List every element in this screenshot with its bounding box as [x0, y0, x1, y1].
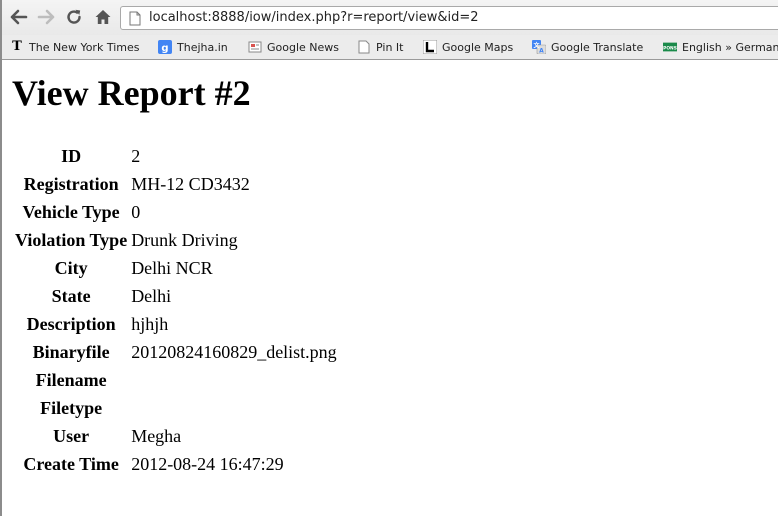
back-button[interactable]	[8, 6, 30, 28]
forward-button[interactable]	[35, 6, 57, 28]
field-label: Registration	[23, 174, 119, 194]
table-row: ID 2	[14, 143, 338, 169]
field-value	[130, 395, 338, 421]
table-row: Violation Type Drunk Driving	[14, 227, 338, 253]
field-label: Binaryfile	[32, 342, 110, 362]
page-title: View Report #2	[12, 73, 251, 113]
back-arrow-icon	[10, 9, 28, 25]
bookmark-google-news[interactable]: Google News	[248, 39, 339, 55]
svg-text:g: g	[161, 43, 168, 54]
translate-icon: 文 A	[532, 40, 546, 54]
field-label: ID	[61, 146, 82, 166]
field-value: MH-12 CD3432	[131, 174, 250, 194]
table-row: Filename	[14, 367, 338, 393]
bookmark-label: Google Maps	[442, 40, 514, 54]
table-row: Registration MH-12 CD3432	[14, 171, 338, 197]
bookmark-google-translate[interactable]: 文 A Google Translate	[532, 39, 643, 55]
table-row: Binaryfile 20120824160829_delist.png	[14, 339, 338, 365]
bookmark-label: English » German	[682, 40, 778, 54]
field-value: 2	[131, 146, 141, 166]
field-label: Create Time	[23, 454, 119, 474]
svg-text:PONS: PONS	[663, 46, 677, 52]
page-content: View Report #2 ID 2 Registration MH-12 C…	[0, 60, 778, 516]
bookmark-label: Google News	[267, 40, 340, 54]
home-icon	[95, 10, 111, 24]
address-bar[interactable]: localhost:8888/iow/index.php?r=report/vi…	[120, 6, 778, 30]
table-row: State Delhi	[14, 283, 338, 309]
field-label: User	[53, 426, 90, 446]
field-label: State	[51, 286, 91, 306]
bookmark-label: The New York Times	[29, 40, 140, 54]
table-row: Vehicle Type 0	[14, 199, 338, 225]
field-label: Filetype	[40, 398, 103, 418]
reload-icon	[67, 9, 81, 24]
field-label: Description	[26, 314, 116, 334]
field-value: Megha	[131, 426, 182, 446]
bookmark-label: Thejha.in	[177, 40, 228, 54]
field-label: Violation Type	[15, 230, 128, 250]
table-row: Create Time 2012-08-24 16:47:29	[14, 451, 338, 477]
google-icon: g	[158, 40, 172, 54]
field-value: 0	[131, 202, 141, 222]
home-button[interactable]	[92, 6, 114, 28]
bookmark-label: Pin It	[376, 40, 404, 54]
bookmark-thejha[interactable]: g Thejha.in	[158, 39, 228, 55]
window-edge	[0, 0, 2, 516]
field-value: Drunk Driving	[131, 230, 238, 250]
page-icon	[129, 11, 141, 26]
bookmark-pin-it[interactable]: Pin It	[357, 39, 403, 55]
nyt-icon: T	[12, 39, 22, 54]
table-row: User Megha	[14, 423, 338, 449]
table-row: City Delhi NCR	[14, 255, 338, 281]
maps-icon	[423, 40, 437, 54]
bookmark-google-maps[interactable]: Google Maps	[423, 39, 513, 55]
forward-arrow-icon	[37, 9, 55, 25]
bookmarklet-icon	[357, 40, 371, 54]
bookmark-label: Google Translate	[551, 40, 644, 54]
field-value: 20120824160829_delist.png	[131, 342, 337, 362]
table-row: Description hjhjh	[14, 311, 338, 337]
reload-button[interactable]	[63, 6, 85, 28]
news-icon	[248, 40, 262, 54]
bookmark-english-german[interactable]: PONS English » German	[663, 39, 778, 55]
field-value: Delhi	[131, 286, 172, 306]
field-value: hjhjh	[131, 314, 169, 334]
field-label: Vehicle Type	[22, 202, 120, 222]
field-label: Filename	[35, 370, 107, 390]
svg-text:A: A	[539, 48, 544, 55]
bookmark-nyt[interactable]: T The New York Times	[10, 39, 139, 55]
field-value: Delhi NCR	[131, 258, 213, 278]
browser-toolbar: localhost:8888/iow/index.php?r=report/vi…	[0, 0, 778, 35]
url-text: localhost:8888/iow/index.php?r=report/vi…	[149, 10, 479, 25]
field-value: 2012-08-24 16:47:29	[131, 454, 284, 474]
pons-icon: PONS	[663, 40, 677, 54]
field-value	[130, 367, 338, 393]
report-detail-table: ID 2 Registration MH-12 CD3432 Vehicle T…	[12, 141, 340, 479]
bookmarks-bar: T The New York Times g Thejha.in Google …	[0, 35, 778, 60]
table-row: Filetype	[14, 395, 338, 421]
field-label: City	[54, 258, 88, 278]
